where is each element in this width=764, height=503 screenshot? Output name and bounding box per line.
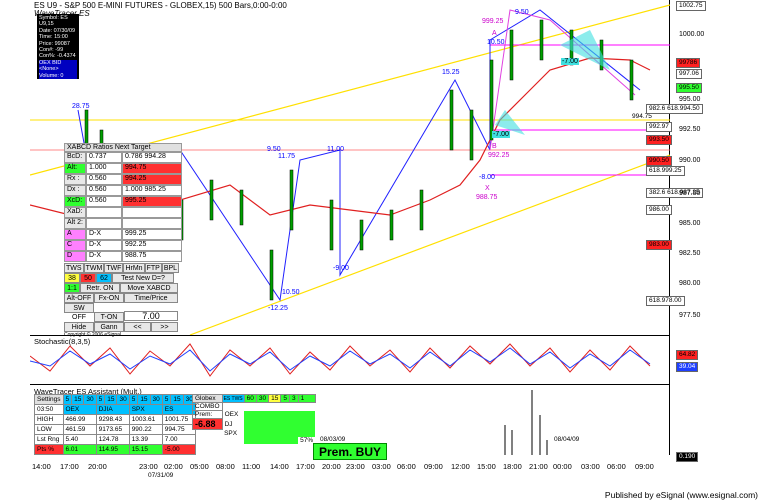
premium-value: -6.88 (192, 418, 223, 430)
next-button[interactable]: >> (151, 322, 178, 332)
price-tag: 1002.75 (676, 1, 706, 11)
price-tag: 995.50 (676, 83, 702, 93)
t-on-button[interactable]: T-ON (94, 312, 124, 322)
price-tag: 986.00 (646, 205, 672, 215)
sw-off-button[interactable]: SW OFF (64, 303, 94, 321)
price-tag: 997.06 (676, 69, 702, 79)
wave-label: 15.25 (442, 69, 460, 76)
bpl-button[interactable]: BPL (161, 263, 180, 273)
globex-panel: Globex ES TWS 60 30 15 5 3 1 COMBO Prem:… (192, 394, 316, 444)
wave-label: 11.75 (278, 153, 295, 160)
alt-off-button[interactable]: Alt-OFF (64, 293, 94, 303)
ratio-1-1-button[interactable]: 1:1 (64, 283, 80, 293)
fx-on-button[interactable]: Fx-ON (94, 293, 124, 303)
wave-label: 988.75 (476, 194, 498, 201)
wave-label: 10.50 (282, 289, 300, 296)
stoch-value: 39.04 (676, 362, 699, 372)
xabcd-panel: XABCD Ratios Next Target BcD: 0.737 0.786 … (64, 143, 182, 262)
move-xabcd-button[interactable]: Move XABCD (120, 283, 178, 293)
wave-label: X (485, 185, 490, 192)
xabcd-header: XABCD Ratios Next Target (64, 143, 182, 152)
twm-button[interactable]: TWM (83, 263, 105, 273)
wave-label: 994.75 (632, 113, 652, 120)
test-new-button[interactable]: Test New D=? (112, 273, 174, 283)
ratio-50-button[interactable]: 50 (80, 273, 96, 283)
price-tag: 992.97 (646, 122, 672, 132)
prev-button[interactable]: << (124, 322, 151, 332)
wave-label: 9.50 (267, 146, 281, 153)
footer: Published by eSignal (www.esignal.com) (0, 488, 764, 503)
premium-buy-signal: Prem. BUY (313, 443, 387, 460)
wave-label: 992.25 (488, 152, 510, 159)
wave-label: 10.50 (487, 39, 505, 46)
price-axis: 1002.75 1000.00 99786 997.06 995.50 995.… (646, 0, 764, 462)
price-tag: 618.978.00 (646, 296, 685, 306)
trend-line-lower (189, 154, 670, 335)
stochastic-svg (29, 343, 651, 377)
price-tag: 983.00 (646, 240, 672, 250)
wave-label: 9.50 (515, 9, 529, 16)
stoch-value: 64.82 (676, 350, 699, 360)
price-tag: 990.50 (646, 156, 672, 166)
price-tag: 993.50 (646, 135, 672, 145)
wavetracer-table: Settings 5 15 30 5 15 30 5 15 30 5 15 30 03:50 O… (34, 394, 196, 455)
wave-label: -9.00 (333, 265, 349, 272)
hrmn-button[interactable]: HrMn (123, 263, 145, 273)
retr-button[interactable]: Retr. ON (80, 283, 120, 293)
chart-window: 9.50 999.25 A 10.50 15.25 28.75 9.50 11.… (0, 0, 764, 503)
control-panel: TWS TWM TWF HrMn FTP BPL 38 50 62 Test New D=? 1… (64, 263, 182, 338)
price-tag: 618.999.25 (646, 166, 685, 176)
gann-button[interactable]: Gann (94, 322, 124, 332)
ratio-62-button[interactable]: 62 (96, 273, 112, 283)
wave-label: 11.00 (327, 146, 344, 153)
wave-label: -12.25 (268, 305, 288, 312)
price-tag: 982.6 618.994.50 (646, 104, 703, 114)
stochastic-panel[interactable] (29, 335, 670, 385)
wave-label: B (492, 143, 497, 150)
time-axis: 14:00 17:00 20:00 23:00 02:00 05:00 08:0… (32, 436, 654, 479)
volume-bars (504, 390, 548, 455)
stochastic-title: Stochastic(8,3,5) (34, 337, 91, 346)
time-price-value: 7.00 (124, 311, 178, 321)
wave-label: 28.75 (72, 103, 90, 110)
wave-label: -8.00 (479, 174, 495, 181)
ratio-38-button[interactable]: 38 (64, 273, 80, 283)
wave-label: 999.25 (482, 18, 504, 25)
twf-button[interactable]: TWF (104, 263, 124, 273)
volume-value: 0.190 (676, 452, 699, 462)
wave-label: -7.00 (561, 58, 579, 65)
publisher-credit: Published by eSignal (www.esignal.com) (604, 490, 758, 500)
tws-button[interactable]: TWS (64, 263, 84, 273)
hide-button[interactable]: Hide (64, 322, 94, 332)
time-price-button[interactable]: Time/Price (124, 293, 178, 303)
cursor-info-box: Symbol: ES U9,15 Date: 07/30/09 Time: 15… (37, 14, 79, 80)
wave-label: A (492, 30, 497, 37)
wave-label: -7.00 (492, 131, 510, 138)
ftp-button[interactable]: FTP (144, 263, 162, 273)
price-tag: 99786 (676, 58, 701, 68)
